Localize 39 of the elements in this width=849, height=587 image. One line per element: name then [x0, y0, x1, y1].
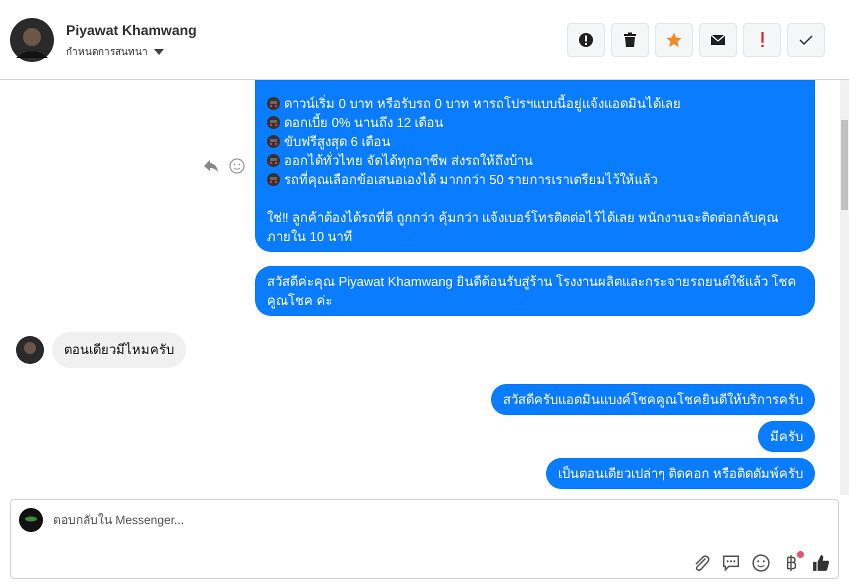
speech-bubble-icon[interactable] — [722, 554, 740, 572]
thumbs-up-icon[interactable] — [812, 554, 830, 572]
message-text: เป็นตอนเดียวเปล่าๆ ติดคอก หรือติดดัมพ์ครับ — [558, 464, 803, 482]
message-text: ใช่‼ ลูกค้าต้องได้รถที่ดี ถูกกว่า คุ้มกว่า แจ้งเบอร์โทรติดต่อไว้ได้เลย พนักงานจะติดต่อกลับคุณภายใน 10 นาที — [267, 208, 780, 246]
car-icon — [267, 154, 280, 167]
reply-input[interactable]: ตอบกลับใน Messenger... — [53, 511, 830, 529]
car-icon — [267, 116, 280, 129]
reply-icon[interactable] — [203, 159, 219, 173]
trash-icon — [622, 32, 638, 48]
contact-name: Piyawat Khamwang — [66, 20, 197, 40]
star-icon — [666, 32, 682, 48]
alert-button[interactable] — [567, 22, 605, 56]
message-line: ดาวน์เริ่ม 0 บาท หรือรับรถ 0 บาท หารถโปรฯแบบนี้อยู่แจ้งแอดมินได้เลย — [284, 94, 682, 113]
message-text: มีครับ — [770, 428, 803, 446]
conversation-status[interactable]: กำหนดการสนทนา — [66, 44, 148, 60]
message-line: ออกได้ทั่วไทย จัดได้ทุกอาชีพ ส่งรถให้ถึงบ้าน — [284, 151, 534, 170]
message-bubble: ตอนเดียวมีไหมครับ — [52, 332, 186, 368]
emoji-icon[interactable] — [752, 554, 770, 572]
exclamation-icon — [760, 32, 764, 47]
avatar — [16, 336, 44, 364]
check-button[interactable] — [787, 22, 825, 56]
star-button[interactable] — [655, 22, 693, 56]
message-line: ดอกเบี้ย 0% นานถึง 12 เดือน — [284, 113, 444, 132]
message-line: รถที่คุณเลือกข้อเสนอเองได้ มากกว่า 50 รายการเราเตรียมไว้ให้แล้ว — [284, 170, 658, 189]
car-icon — [267, 173, 280, 186]
avatar — [10, 18, 54, 62]
alert-icon — [578, 32, 594, 48]
caret-icon[interactable] — [154, 49, 164, 55]
trash-button[interactable] — [611, 22, 649, 56]
scrollbar[interactable] — [840, 80, 849, 495]
reply-box[interactable]: ตอบกลับใน Messenger... — [10, 499, 839, 579]
mail-button[interactable] — [699, 22, 737, 56]
message-text: สวัสดีครับแอดมินแบงค์โชคคูณโชคยินดีให้บริการครับ — [503, 390, 803, 408]
car-icon — [267, 97, 280, 110]
page-avatar — [19, 508, 43, 532]
mail-icon — [710, 32, 726, 48]
message-line: ขับฟรีสูงสุด 6 เดือน — [284, 133, 390, 151]
car-icon — [267, 135, 280, 148]
message-text: สวัสดีค่ะคุณ Piyawat Khamwang ยินดีต้อนรับสู่ร้าน โรงงานผลิตและกระจายรถยนต์ใช้แล้ว โชคคูณโชค ค่ะ — [267, 273, 798, 310]
